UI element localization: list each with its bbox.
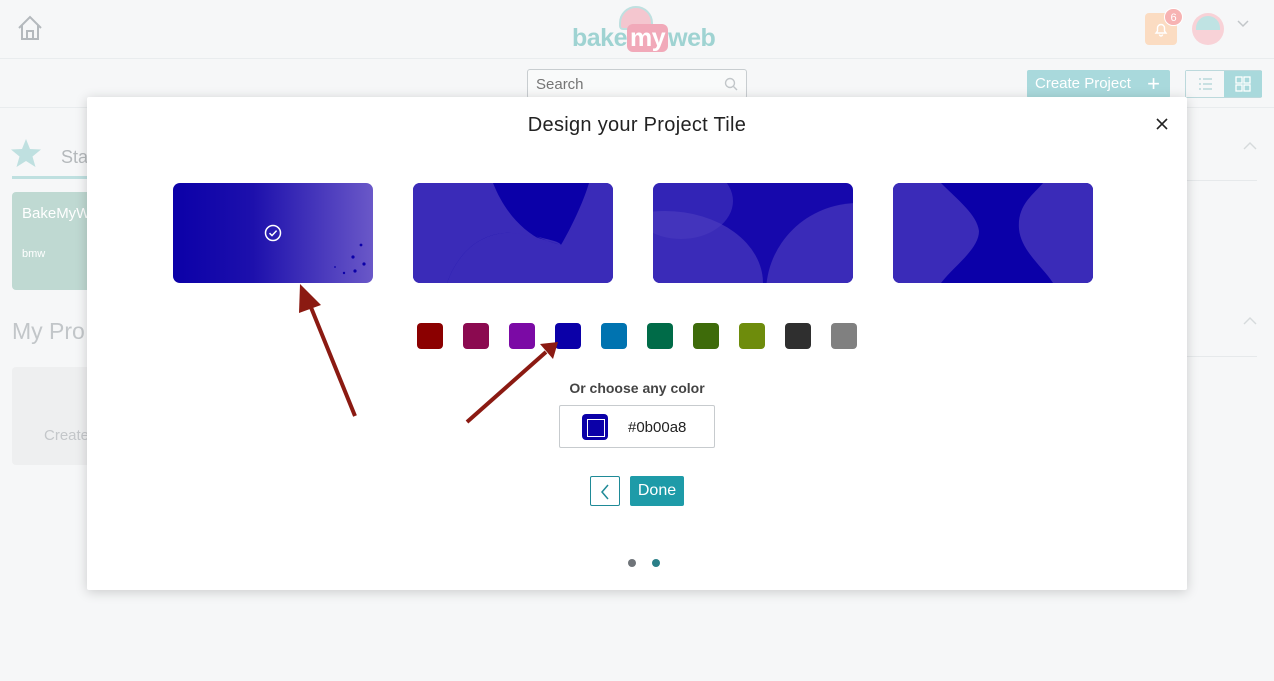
create-project-card-label: Create xyxy=(44,427,90,444)
color-preview-chip[interactable] xyxy=(582,414,608,440)
notification-count-badge: 6 xyxy=(1164,8,1183,26)
home-icon[interactable] xyxy=(16,14,44,42)
color-swatch-olive[interactable] xyxy=(693,323,719,349)
chevron-up-icon[interactable] xyxy=(1243,141,1257,150)
list-view-button[interactable] xyxy=(1186,71,1224,97)
create-project-label: Create Project xyxy=(1035,75,1131,92)
logo-text-bake: bake xyxy=(572,24,627,52)
chevron-left-icon xyxy=(601,484,609,500)
search-field[interactable] xyxy=(527,69,747,99)
tile-option-circles[interactable] xyxy=(653,183,853,283)
tab-underline xyxy=(12,176,92,179)
color-hex-input[interactable] xyxy=(628,416,708,438)
grid-view-button[interactable] xyxy=(1224,71,1262,97)
section-divider xyxy=(1187,356,1257,357)
grid-icon xyxy=(1235,76,1251,92)
user-avatar[interactable] xyxy=(1192,13,1224,45)
color-swatch-blue[interactable] xyxy=(601,323,627,349)
star-icon xyxy=(11,139,41,167)
app-logo[interactable]: bake my web xyxy=(572,6,716,52)
create-project-card[interactable] xyxy=(12,367,92,465)
color-swatch-purple[interactable] xyxy=(509,323,535,349)
color-swatch-charcoal[interactable] xyxy=(785,323,811,349)
tile-option-wave[interactable] xyxy=(413,183,613,283)
color-swatch-lime[interactable] xyxy=(739,323,765,349)
modal-title: Design your Project Tile xyxy=(527,114,747,136)
project-card-subtitle: bmw xyxy=(22,248,46,260)
my-projects-heading: My Pro xyxy=(12,318,85,344)
tab-starred[interactable]: Sta xyxy=(61,147,88,168)
custom-color-picker[interactable] xyxy=(559,405,715,448)
done-button[interactable]: Done xyxy=(630,476,684,506)
check-circle-icon xyxy=(264,224,282,242)
logo-text-my: my xyxy=(626,24,669,52)
step-indicator-1[interactable] xyxy=(628,559,636,567)
view-toggle xyxy=(1185,70,1262,98)
section-divider xyxy=(1187,180,1257,181)
design-tile-modal: Design your Project Tile Or choose any c… xyxy=(87,97,1187,590)
plus-icon: + xyxy=(1147,71,1160,96)
step-indicator-2[interactable] xyxy=(652,559,660,567)
tile-option-gradient[interactable] xyxy=(173,183,373,283)
chevron-up-icon[interactable] xyxy=(1243,316,1257,325)
search-icon[interactable] xyxy=(724,77,738,91)
create-project-button[interactable]: Create Project + xyxy=(1027,70,1170,98)
color-swatch-dark-red[interactable] xyxy=(417,323,443,349)
top-bar: bake my web 6 xyxy=(0,0,1274,59)
project-card-title: BakeMyW xyxy=(22,205,91,222)
tile-option-hourglass[interactable] xyxy=(893,183,1093,283)
color-swatch-green[interactable] xyxy=(647,323,673,349)
chevron-down-icon[interactable] xyxy=(1237,20,1249,28)
close-icon[interactable] xyxy=(1153,115,1171,133)
color-swatch-navy[interactable] xyxy=(555,323,581,349)
color-swatch-magenta[interactable] xyxy=(463,323,489,349)
search-input[interactable] xyxy=(536,74,716,94)
back-button[interactable] xyxy=(590,476,620,506)
logo-text-web: web xyxy=(668,24,716,52)
custom-color-label: Or choose any color xyxy=(569,380,705,396)
color-swatch-gray[interactable] xyxy=(831,323,857,349)
list-icon xyxy=(1199,78,1212,90)
